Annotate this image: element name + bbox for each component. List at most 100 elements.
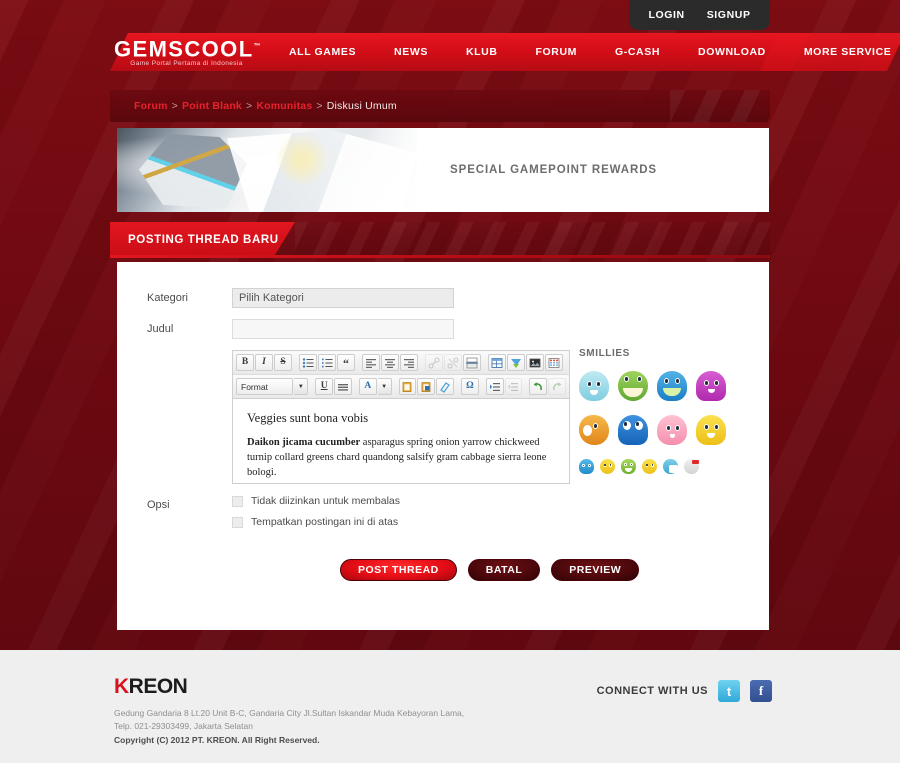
breadcrumb-item-forum[interactable]: Forum xyxy=(134,100,168,112)
flash-icon[interactable] xyxy=(507,354,525,371)
kategori-select[interactable]: Pilih Kategori xyxy=(232,288,454,308)
page-title: POSTING THREAD BARU xyxy=(128,234,279,246)
breadcrumb-item-point-blank[interactable]: Point Blank xyxy=(182,100,242,112)
editor-content-area[interactable]: Veggies sunt bona vobis Daikon jicama cu… xyxy=(233,399,569,483)
link-icon[interactable] xyxy=(425,354,443,371)
section-header-stripes xyxy=(295,222,770,258)
footer-address-line-1: Gedung Gandaria 8 Lt.20 Unit B-C, Gandar… xyxy=(114,708,465,718)
grid-icon[interactable] xyxy=(545,354,563,371)
underline-icon[interactable]: U xyxy=(315,378,334,395)
smiley-blue-big-eyes-icon[interactable] xyxy=(618,415,648,445)
breadcrumb-sep-3: > xyxy=(316,100,323,112)
breadcrumb-bar: Forum > Point Blank > Komunitas > Diskusi Umum xyxy=(110,90,770,122)
checkbox-sticky[interactable] xyxy=(232,516,243,528)
cancel-button[interactable]: BATAL xyxy=(467,559,541,581)
bulleted-list-icon[interactable] xyxy=(299,354,317,371)
undo-icon[interactable] xyxy=(529,378,548,395)
smiley-frog-icon[interactable] xyxy=(618,371,648,401)
preview-button[interactable]: PREVIEW xyxy=(551,559,640,581)
judul-label: Judul xyxy=(147,323,174,335)
footer-address: Gedung Gandaria 8 Lt.20 Unit B-C, Gandar… xyxy=(114,707,554,733)
smillies-row-1 xyxy=(579,371,747,401)
rich-text-editor[interactable]: B I S “ Format ▼ U A ▼ Ω Veggies sunt bo… xyxy=(232,350,570,484)
page-break-icon[interactable] xyxy=(463,354,481,371)
nav-item-g-cash[interactable]: G-CASH xyxy=(596,46,679,58)
smiley-yellow-smile-icon[interactable] xyxy=(600,459,615,474)
paste-from-word-icon[interactable] xyxy=(417,378,436,395)
logo-name: GEMSCOOL xyxy=(114,36,254,62)
strikethrough-icon[interactable]: S xyxy=(274,354,292,371)
opsi-label: Opsi xyxy=(147,499,170,511)
indent-icon[interactable] xyxy=(485,378,504,395)
italic-icon[interactable]: I xyxy=(255,354,273,371)
smiley-white-flag-icon[interactable] xyxy=(684,459,699,474)
unlink-icon[interactable] xyxy=(444,354,462,371)
bold-icon[interactable]: B xyxy=(236,354,254,371)
special-character-icon[interactable]: Ω xyxy=(460,378,479,395)
smiley-green-glasses-icon[interactable] xyxy=(621,459,636,474)
smiley-yellow-wink-icon[interactable] xyxy=(642,459,657,474)
smiley-pink-shy-icon[interactable] xyxy=(657,415,687,445)
smiley-tissue-icon[interactable] xyxy=(663,459,678,474)
section-header-bar: POSTING THREAD BARU xyxy=(110,222,770,258)
nav-item-all-games[interactable]: ALL GAMES xyxy=(270,46,375,58)
nav-item-forum[interactable]: FORUM xyxy=(517,46,597,58)
opsi-group: Tidak diizinkan untuk membalas Tempatkan… xyxy=(232,495,400,537)
option-sticky[interactable]: Tempatkan postingan ini di atas xyxy=(232,516,400,528)
smiley-blue-whale-icon[interactable] xyxy=(579,459,594,474)
row-judul: Judul xyxy=(117,319,769,339)
align-right-icon[interactable] xyxy=(400,354,418,371)
option-no-reply-label: Tidak diizinkan untuk membalas xyxy=(251,495,401,507)
judul-input[interactable] xyxy=(232,319,454,339)
remove-format-icon[interactable] xyxy=(436,378,454,395)
checkbox-no-reply[interactable] xyxy=(232,495,243,507)
site-logo[interactable]: GEMSCOOL™ Game Portal Pertama di Indones… xyxy=(114,34,262,67)
section-header: POSTING THREAD BARU xyxy=(110,222,295,258)
blockquote-icon[interactable]: “ xyxy=(337,354,355,371)
facebook-icon[interactable]: f xyxy=(750,680,772,702)
text-color-chevron-icon[interactable]: ▼ xyxy=(377,378,392,395)
signup-link[interactable]: SIGNUP xyxy=(707,9,751,21)
align-left-icon[interactable] xyxy=(362,354,380,371)
chevron-down-icon[interactable]: ▼ xyxy=(294,378,309,395)
smiley-orange-laugh-icon[interactable] xyxy=(579,415,609,445)
post-thread-button[interactable]: POST THREAD xyxy=(340,559,457,581)
nav-item-download[interactable]: DOWNLOAD xyxy=(679,46,785,58)
smiley-purple-octopus-icon[interactable] xyxy=(696,371,726,401)
redo-icon[interactable] xyxy=(548,378,566,395)
editor-paragraph: Daikon jicama cucumber asparagus spring … xyxy=(247,435,555,480)
nav-item-klub[interactable]: KLUB xyxy=(447,46,517,58)
justify-icon[interactable] xyxy=(334,378,352,395)
login-link[interactable]: LOGIN xyxy=(648,9,684,21)
breadcrumb-item-komunitas[interactable]: Komunitas xyxy=(256,100,312,112)
paste-icon[interactable] xyxy=(398,378,417,395)
smillies-row-3 xyxy=(579,459,747,474)
form-actions: POST THREAD BATAL PREVIEW xyxy=(117,559,769,581)
promo-banner[interactable]: SPECIAL GAMEPOINT REWARDS xyxy=(117,128,769,212)
account-bar: LOGIN SIGNUP xyxy=(629,0,770,30)
numbered-list-icon[interactable] xyxy=(318,354,336,371)
logo-tm: ™ xyxy=(253,43,262,50)
format-dropdown[interactable]: Format xyxy=(236,378,294,395)
editor-paragraph-bold: Daikon jicama cucumber xyxy=(247,437,361,448)
option-no-reply[interactable]: Tidak diizinkan untuk membalas xyxy=(232,495,400,507)
footer-copyright: Copyright (C) 2012 PT. KREON. All Right … xyxy=(114,735,320,745)
text-color-icon[interactable]: A xyxy=(358,378,377,395)
breadcrumb-sep-2: > xyxy=(245,100,253,112)
breadcrumb-current: Diskusi Umum xyxy=(326,100,397,112)
smiley-ghost-icon[interactable] xyxy=(579,371,609,401)
twitter-icon[interactable]: t xyxy=(718,680,740,702)
editor-toolbar-row-2: Format ▼ U A ▼ Ω xyxy=(233,375,569,399)
outdent-icon[interactable] xyxy=(504,378,523,395)
smiley-blue-creature-icon[interactable] xyxy=(657,371,687,401)
option-sticky-label: Tempatkan postingan ini di atas xyxy=(251,516,399,528)
kreon-logo-rest: REON xyxy=(128,675,188,698)
image-icon[interactable] xyxy=(526,354,544,371)
table-icon[interactable] xyxy=(488,354,506,371)
smiley-yellow-happy-icon[interactable] xyxy=(696,415,726,445)
kategori-label: Kategori xyxy=(147,292,188,304)
site-footer: KREON Gedung Gandaria 8 Lt.20 Unit B-C, … xyxy=(0,650,900,763)
align-center-icon[interactable] xyxy=(381,354,399,371)
nav-item-news[interactable]: NEWS xyxy=(375,46,447,58)
nav-item-more-service[interactable]: MORE SERVICE xyxy=(785,46,900,58)
